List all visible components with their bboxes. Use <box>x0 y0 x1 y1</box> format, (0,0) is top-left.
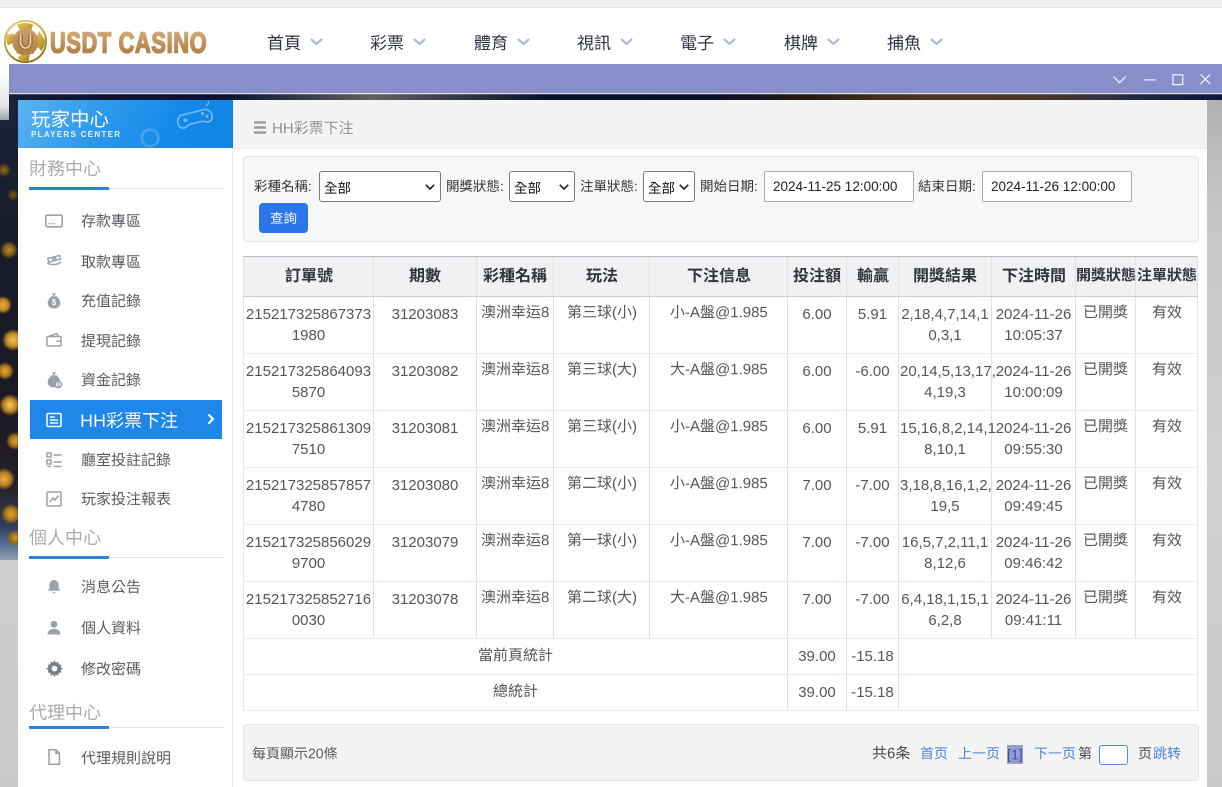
svg-text:$: $ <box>52 298 57 307</box>
svg-text:CASINO: CASINO <box>17 50 35 55</box>
svg-text:$: $ <box>57 382 61 389</box>
